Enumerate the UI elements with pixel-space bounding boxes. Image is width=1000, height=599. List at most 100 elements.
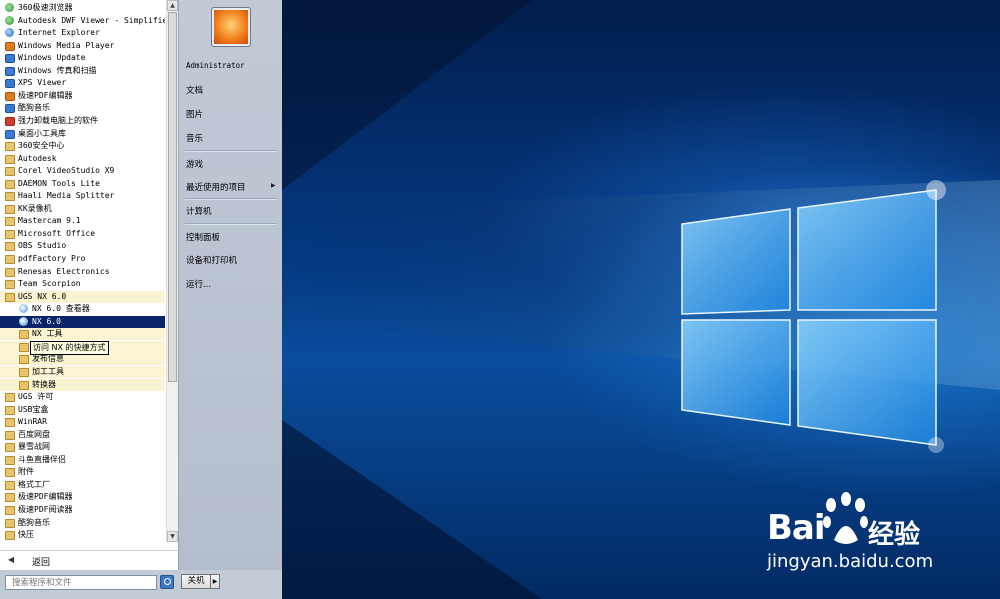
run-link[interactable]: 运行...: [186, 278, 211, 290]
folder-icon: [5, 455, 15, 465]
program-item[interactable]: 斗鱼直播伴侣: [0, 454, 165, 466]
program-item[interactable]: NX 6.0 查看器: [0, 303, 165, 315]
program-item-label: pdfFactory Pro: [18, 254, 86, 263]
program-item-label: 格式工厂: [18, 479, 50, 489]
folder-icon: [5, 443, 15, 453]
program-item-label: 附件: [18, 467, 34, 477]
watermark-brand: Bai: [767, 508, 826, 548]
user-name-link[interactable]: Administrator: [186, 61, 245, 70]
program-item[interactable]: Microsoft Office: [0, 228, 165, 240]
program-item[interactable]: Autodesk: [0, 153, 165, 165]
control-panel-link[interactable]: 控制面板: [186, 231, 220, 243]
program-item[interactable]: UGS NX 6.0: [0, 290, 165, 303]
program-item-label: Internet Explorer: [18, 28, 100, 38]
program-item[interactable]: 暴雪战网: [0, 441, 165, 453]
program-item[interactable]: NX 6.0: [0, 315, 165, 328]
baidu-paw-icon: [823, 492, 868, 544]
program-item[interactable]: 酷狗音乐: [0, 517, 165, 529]
program-item[interactable]: 格式工厂: [0, 479, 165, 491]
search-input[interactable]: [6, 576, 162, 589]
folder-icon: [19, 330, 29, 340]
program-item-label: Mastercam 9.1: [18, 216, 81, 226]
folder-icon: [5, 179, 15, 189]
program-item[interactable]: DAEMON Tools Lite: [0, 178, 165, 190]
program-item[interactable]: Team Scorpion: [0, 278, 165, 290]
program-item-label: Autodesk DWF Viewer - Simplified Ch: [18, 15, 165, 25]
games-link[interactable]: 游戏: [186, 158, 203, 170]
folder-icon: [19, 355, 29, 365]
program-item[interactable]: OBS Studio: [0, 240, 165, 252]
program-item[interactable]: Haali Media Splitter: [0, 190, 165, 202]
scroll-up-arrow-icon[interactable]: ▲: [167, 0, 178, 11]
music-link[interactable]: 音乐: [186, 132, 203, 144]
folder-icon: [5, 506, 15, 515]
program-item[interactable]: 转换器: [0, 378, 165, 391]
folder-icon: [5, 229, 15, 239]
pictures-link[interactable]: 图片: [186, 108, 203, 120]
app-icon: [5, 79, 15, 89]
program-item[interactable]: 360极速浏览器: [0, 2, 165, 14]
watermark-url: jingyan.baidu.com: [767, 551, 934, 572]
program-item-label: Windows Update: [18, 53, 86, 63]
program-item[interactable]: NX 工具: [0, 328, 165, 341]
devices-printers-link[interactable]: 设备和打印机: [186, 254, 237, 266]
program-list-scrollbar[interactable]: ▲ ▼: [166, 0, 178, 542]
folder-icon: [19, 367, 29, 377]
program-item[interactable]: Corel VideoStudio X9: [0, 165, 165, 177]
back-button[interactable]: ◀ 返回: [0, 550, 178, 571]
program-item[interactable]: 酷狗音乐: [0, 102, 165, 114]
app-icon: [5, 3, 14, 12]
search-icon[interactable]: [160, 575, 174, 589]
scroll-down-arrow-icon[interactable]: ▼: [167, 531, 178, 542]
program-item[interactable]: pdfFactory Pro: [0, 253, 165, 265]
search-box[interactable]: [5, 575, 162, 590]
program-item[interactable]: WinRAR: [0, 416, 165, 428]
program-item[interactable]: KK录像机: [0, 203, 165, 215]
folder-icon: [5, 405, 15, 415]
recent-items-link[interactable]: 最近使用的项目: [186, 181, 246, 193]
program-item-label: Windows 传真和扫描: [18, 65, 97, 75]
program-item[interactable]: XPS Viewer: [0, 77, 165, 89]
program-item-label: 桌面小工具库: [18, 128, 66, 138]
shutdown-options-arrow-icon[interactable]: ▶: [211, 574, 220, 589]
program-item[interactable]: 360安全中心: [0, 140, 165, 152]
program-item-label: Renesas Electronics: [18, 266, 110, 276]
computer-link[interactable]: 计算机: [186, 205, 212, 217]
program-item[interactable]: UGS 许可: [0, 391, 165, 403]
divider: [185, 198, 277, 200]
folder-icon: [5, 142, 15, 152]
shutdown-button[interactable]: 关机: [181, 574, 211, 589]
program-item-label: 360极速浏览器: [18, 3, 73, 12]
documents-link[interactable]: 文档: [186, 84, 203, 96]
program-item[interactable]: 百度网盘: [0, 429, 165, 441]
program-item-label: 360安全中心: [18, 141, 65, 151]
app-icon: [5, 104, 15, 114]
start-menu-programs-pane: 360极速浏览器 Autodesk DWF Viewer - Simplified…: [0, 0, 179, 570]
all-programs-list[interactable]: 360极速浏览器 Autodesk DWF Viewer - Simplified…: [0, 0, 165, 542]
program-item[interactable]: Windows Media Player: [0, 40, 165, 52]
program-item-label: NX 工具: [32, 329, 63, 339]
program-item-label: NX 6.0: [32, 316, 61, 326]
program-item[interactable]: Internet Explorer: [0, 27, 165, 39]
program-item-label: 强力卸载电脑上的软件: [18, 115, 98, 125]
program-item-label: 快压: [18, 530, 34, 540]
program-item[interactable]: 快压: [0, 529, 165, 541]
program-item[interactable]: 发布信息: [0, 353, 165, 366]
program-item[interactable]: 桌面小工具库: [0, 128, 165, 140]
program-item[interactable]: 加工工具: [0, 365, 165, 378]
program-item[interactable]: Mastercam 9.1: [0, 215, 165, 227]
program-item-label: 酷狗音乐: [18, 517, 50, 527]
user-avatar[interactable]: [211, 7, 251, 47]
program-item[interactable]: Autodesk DWF Viewer - Simplified Ch: [0, 15, 165, 27]
program-item[interactable]: 极速PDF编辑器: [0, 90, 165, 102]
program-item[interactable]: Windows 传真和扫描: [0, 65, 165, 77]
program-item[interactable]: Windows Update: [0, 52, 165, 64]
program-item[interactable]: 附件: [0, 466, 165, 478]
program-item[interactable]: 极速PDF阅读器: [0, 504, 165, 516]
program-item[interactable]: Renesas Electronics: [0, 266, 165, 278]
divider: [185, 223, 277, 225]
scroll-thumb[interactable]: [168, 12, 177, 382]
program-item[interactable]: 极速PDF编辑器: [0, 491, 165, 503]
program-item[interactable]: 强力卸载电脑上的软件: [0, 115, 165, 127]
program-item[interactable]: USB宝盒: [0, 404, 165, 416]
